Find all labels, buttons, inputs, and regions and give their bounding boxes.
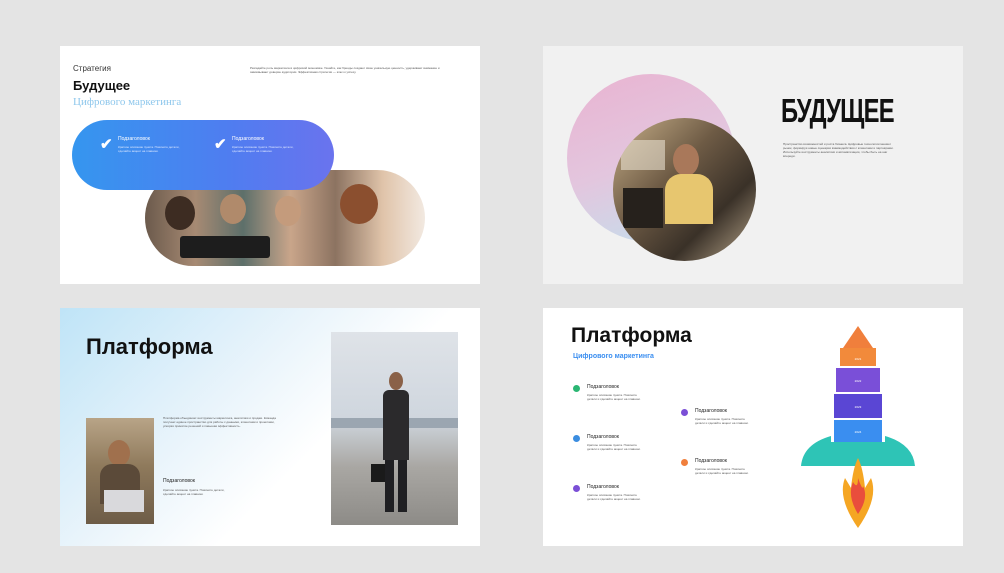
item-label: Подзаголовок: [695, 458, 727, 464]
item-text: Краткое описание пункта. Поясните детали…: [587, 393, 641, 401]
item-label: Подзаголовок: [587, 484, 619, 490]
slide2-body: Пространство возможностей и роста бизнес…: [783, 142, 894, 158]
feature-label: Подзаголовок: [118, 136, 150, 142]
features-pill: ✔ Подзаголовок Краткое описание пункта. …: [72, 120, 334, 190]
rocket-illustration: 2021 2022 2023 2024: [801, 326, 915, 528]
rocket-nose: [843, 326, 873, 348]
item-text: Краткое описание пункта. Поясните детали…: [587, 493, 641, 501]
slide3-body: Платформа объединяет инструменты маркети…: [163, 416, 276, 428]
item-text: Краткое описание пункта. Поясните детали…: [695, 417, 749, 425]
man-headset-photo: [613, 118, 756, 261]
item-text: Краткое описание пункта. Поясните детали…: [695, 467, 749, 475]
slide-strategy-future[interactable]: Стратегия Будущее Цифрового маркетинга Р…: [60, 46, 480, 284]
item-label: Подзаголовок: [695, 408, 727, 414]
check-icon: ✔: [214, 136, 227, 153]
slide-future[interactable]: БУДУЩЕЕ Пространство возможностей и рост…: [543, 46, 963, 284]
item-label: Подзаголовок: [587, 384, 619, 390]
rocket-label: 2023: [855, 405, 862, 409]
feature-label: Подзаголовок: [232, 136, 264, 142]
slide1-kicker: Стратегия: [73, 64, 111, 73]
item-text: Краткое описание пункта. Поясните детали…: [587, 443, 641, 451]
slide4-title: Платформа: [571, 324, 692, 347]
slide-platform-rocket[interactable]: Платформа Цифрового маркетинга Подзаголо…: [543, 308, 963, 546]
dot-icon: [681, 459, 688, 466]
slide4-subtitle: Цифрового маркетинга: [573, 353, 654, 360]
slide1-subtitle: Цифрового маркетинга: [73, 96, 182, 108]
feature-text: Краткое описание пункта. Поясните детали…: [118, 145, 180, 153]
slide2-title: БУДУЩЕЕ: [781, 92, 895, 129]
dot-icon: [573, 385, 580, 392]
slide3-sub-label: Подзаголовок: [163, 478, 195, 484]
slide3-title: Платформа: [86, 334, 213, 359]
slide1-title: Будущее: [73, 78, 131, 93]
feature-text: Краткое описание пункта. Поясните детали…: [232, 145, 294, 153]
dot-icon: [573, 485, 580, 492]
dot-icon: [681, 409, 688, 416]
slide3-sub-text: Краткое описание пункта. Поясните детали…: [163, 488, 225, 496]
rocket-label: 2021: [855, 357, 862, 361]
laptop-man-photo: [86, 418, 154, 524]
slide1-body: Разгадайте роль маркетинга в цифровой эк…: [250, 66, 440, 74]
item-label: Подзаголовок: [587, 434, 619, 440]
check-icon: ✔: [100, 136, 113, 153]
slide-platform[interactable]: Платформа Платформа объединяет инструмен…: [60, 308, 480, 546]
dot-icon: [573, 435, 580, 442]
businessman-photo: [331, 332, 458, 525]
rocket-label: 2024: [855, 430, 862, 434]
rocket-label: 2022: [855, 379, 862, 383]
